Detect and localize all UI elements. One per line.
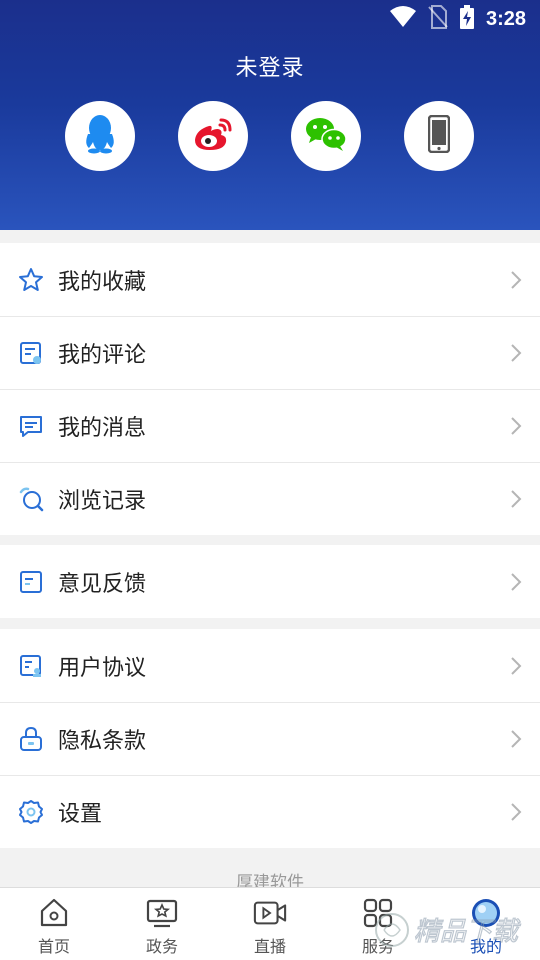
- tab-label: 直播: [253, 937, 286, 956]
- chevron-right-icon: [511, 657, 522, 675]
- battery-charging-icon: [459, 5, 474, 33]
- phone-login-button[interactable]: [404, 101, 474, 171]
- government-icon: [145, 896, 179, 930]
- tab-label: 政务: [145, 937, 178, 956]
- menu-item-settings[interactable]: 设置: [0, 775, 540, 848]
- bottom-tab-bar: 首页 政务 直播 服务 我的: [0, 887, 540, 960]
- tab-label: 服务: [361, 937, 394, 956]
- menu-item-feedback[interactable]: 意见反馈: [0, 545, 540, 618]
- menu-item-favorites[interactable]: 我的收藏: [0, 243, 540, 316]
- weibo-login-button[interactable]: [178, 101, 248, 171]
- menu-section-personal: 我的收藏 我的评论 我的消息 浏览记录: [0, 243, 540, 535]
- tab-profile[interactable]: 我的: [432, 888, 540, 960]
- menu-item-label: 我的评论: [58, 342, 147, 368]
- chevron-right-icon: [511, 271, 522, 289]
- menu-item-comments[interactable]: 我的评论: [0, 316, 540, 389]
- profile-header: 3:28 未登录: [0, 0, 540, 230]
- wechat-icon: [305, 116, 347, 156]
- menu-item-privacy[interactable]: 隐私条款: [0, 702, 540, 775]
- message-icon: [18, 413, 44, 439]
- status-bar: 3:28: [0, 0, 540, 36]
- menu-item-label: 设置: [58, 801, 103, 827]
- menu-item-label: 我的消息: [58, 415, 147, 441]
- login-status-title[interactable]: 未登录: [0, 50, 540, 82]
- status-time: 3:28: [485, 7, 526, 30]
- chevron-right-icon: [511, 490, 522, 508]
- menu-item-history[interactable]: 浏览记录: [0, 462, 540, 535]
- tab-label: 我的: [469, 937, 502, 956]
- history-icon: [18, 486, 44, 512]
- live-video-icon: [253, 896, 287, 930]
- chevron-right-icon: [511, 730, 522, 748]
- gear-icon: [18, 799, 44, 825]
- qq-login-button[interactable]: [65, 101, 135, 171]
- menu-section-legal: 用户协议 隐私条款 设置: [0, 629, 540, 848]
- no-sim-icon: [428, 5, 448, 33]
- tab-home[interactable]: 首页: [0, 888, 108, 960]
- tab-government[interactable]: 政务: [108, 888, 216, 960]
- phone-icon: [427, 114, 451, 157]
- weibo-icon: [192, 116, 234, 156]
- chevron-right-icon: [511, 803, 522, 821]
- chevron-right-icon: [511, 344, 522, 362]
- menu-item-user-agreement[interactable]: 用户协议: [0, 629, 540, 702]
- tab-label: 首页: [37, 937, 70, 956]
- home-icon: [37, 896, 71, 930]
- wifi-icon: [389, 6, 416, 32]
- tab-live[interactable]: 直播: [216, 888, 324, 960]
- qq-icon: [82, 114, 118, 158]
- profile-icon: [469, 896, 503, 930]
- menu-item-label: 意见反馈: [58, 571, 147, 597]
- feedback-icon: [18, 569, 44, 595]
- agreement-icon: [18, 653, 44, 679]
- menu-item-messages[interactable]: 我的消息: [0, 389, 540, 462]
- menu-item-label: 浏览记录: [58, 488, 147, 514]
- services-grid-icon: [361, 896, 395, 930]
- menu-item-label: 我的收藏: [58, 269, 147, 295]
- tab-services[interactable]: 服务: [324, 888, 432, 960]
- star-icon: [18, 267, 44, 293]
- chevron-right-icon: [511, 573, 522, 591]
- wechat-login-button[interactable]: [291, 101, 361, 171]
- menu-item-label: 用户协议: [58, 655, 147, 681]
- menu-section-feedback: 意见反馈: [0, 545, 540, 618]
- chevron-right-icon: [511, 417, 522, 435]
- lock-icon: [18, 726, 44, 752]
- login-options: [0, 101, 540, 171]
- menu-item-label: 隐私条款: [58, 728, 147, 754]
- comment-doc-icon: [18, 340, 44, 366]
